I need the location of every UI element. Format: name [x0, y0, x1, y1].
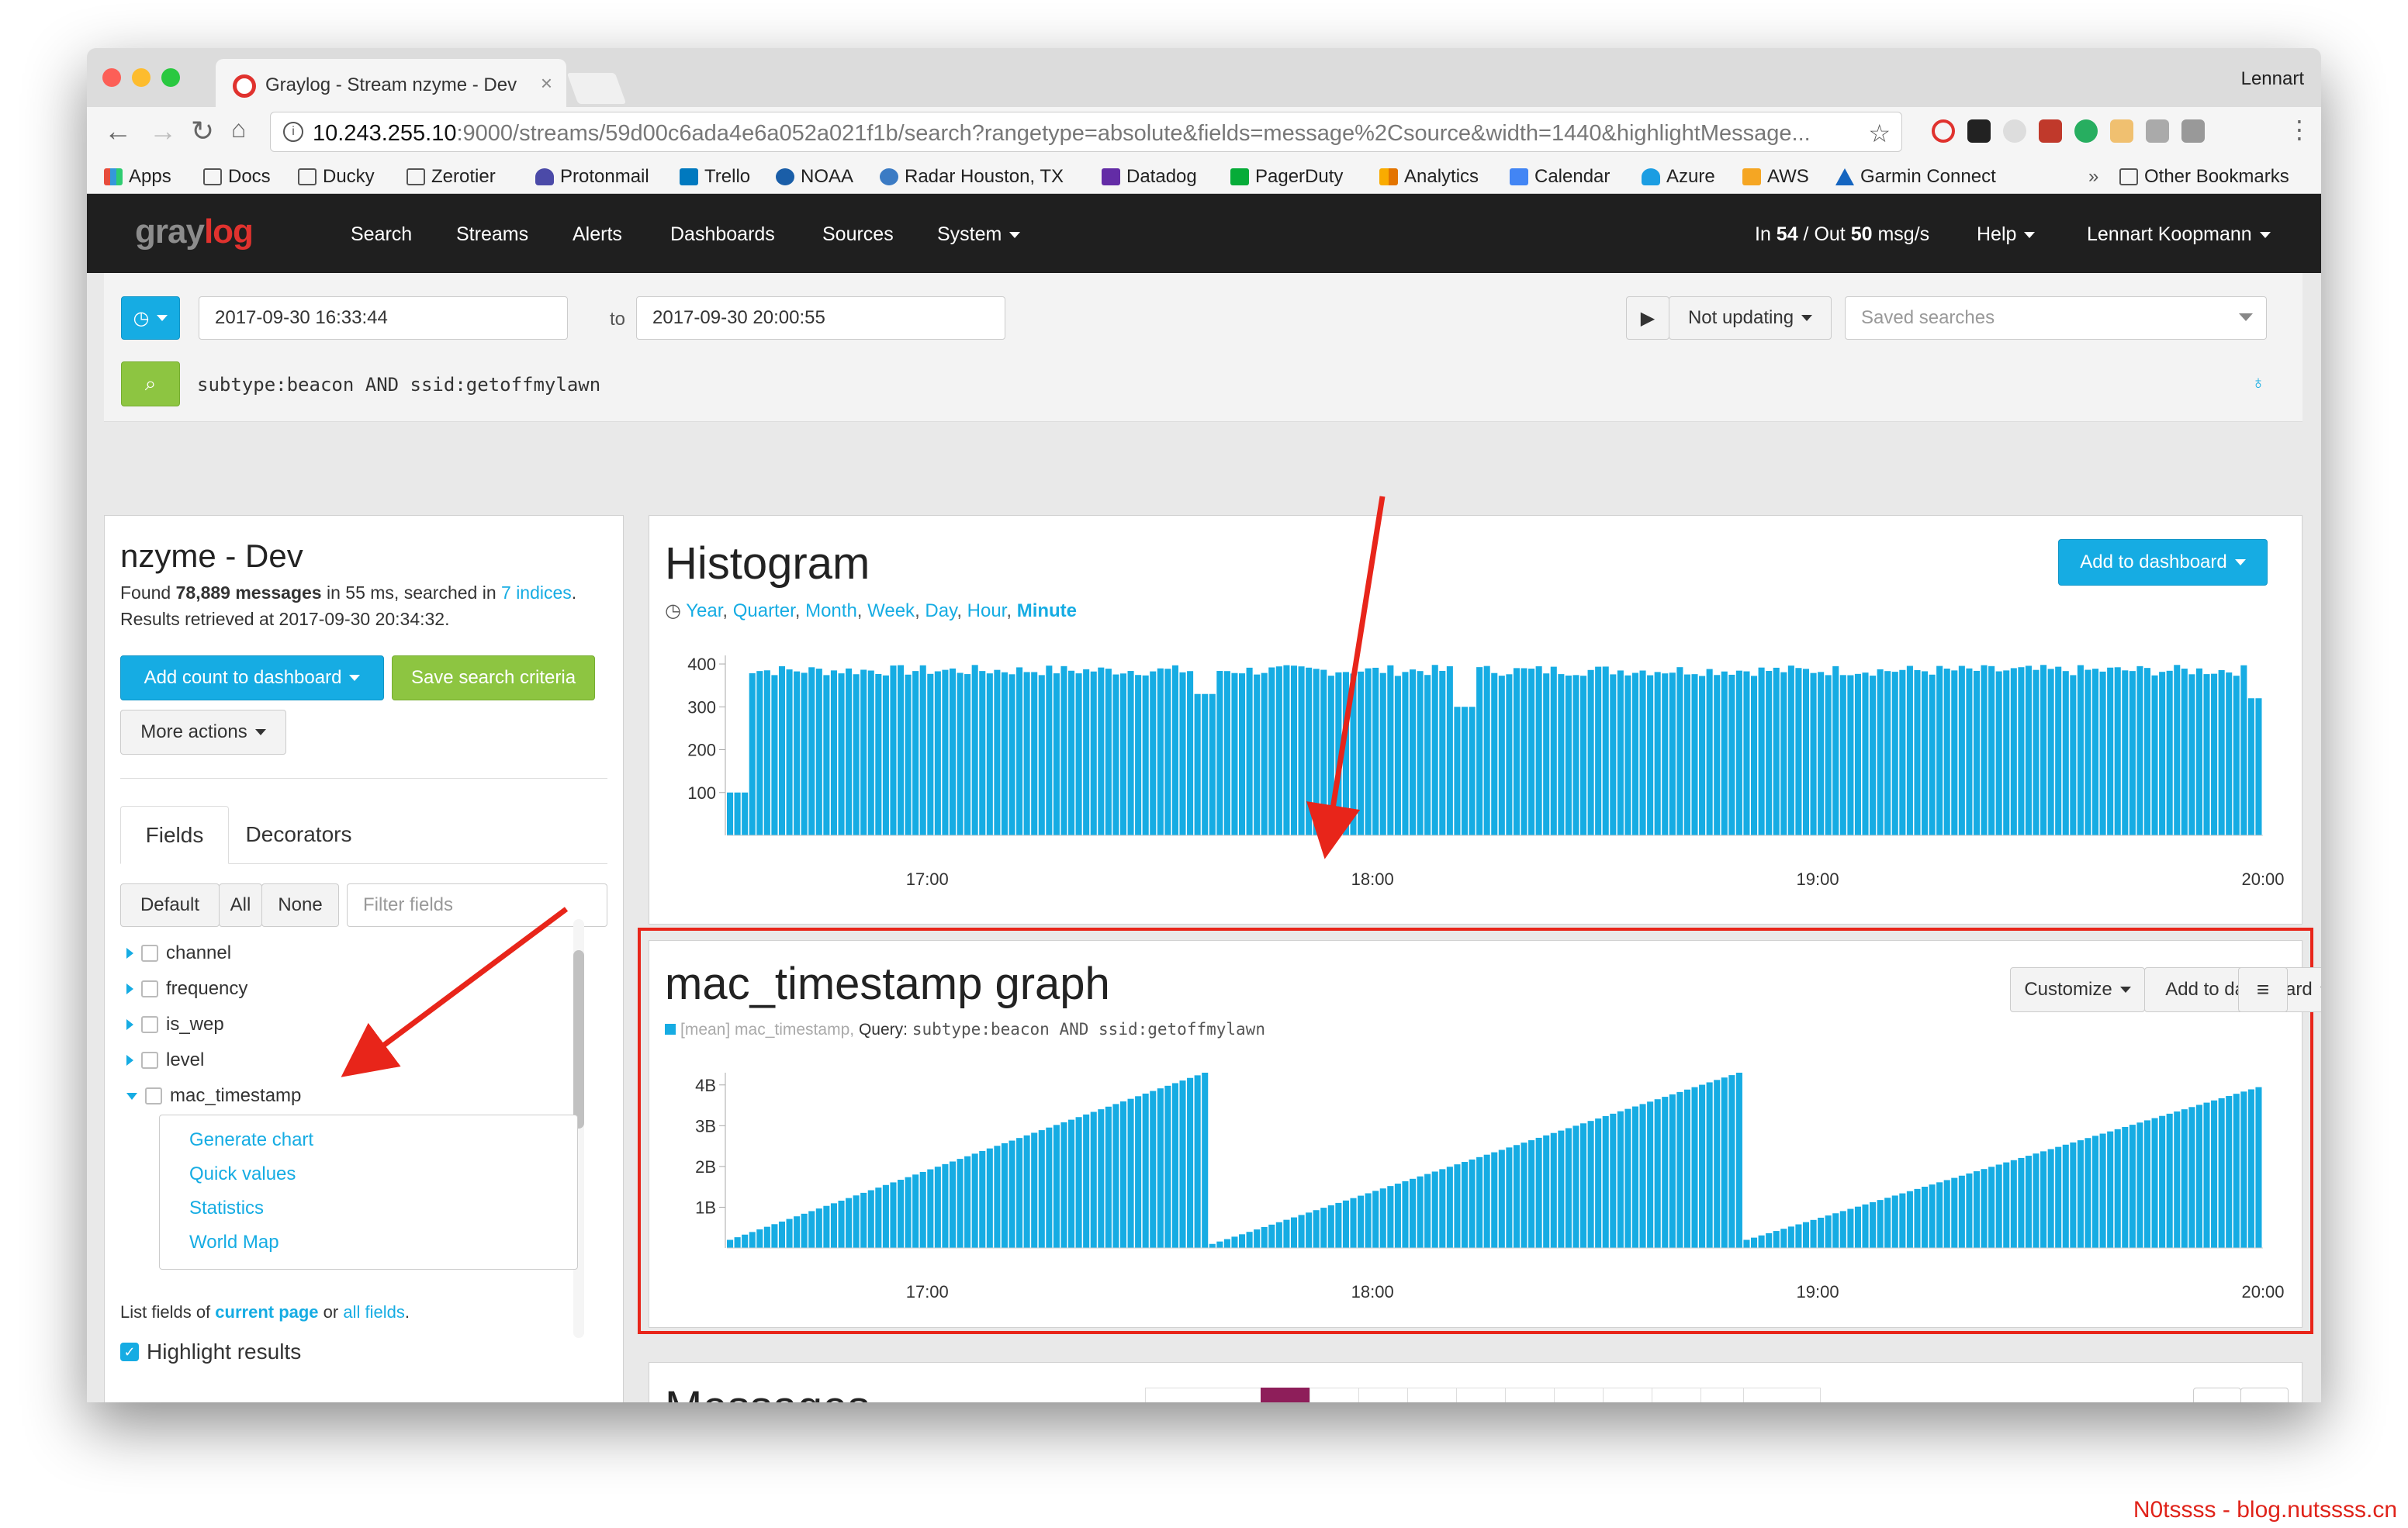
annotation-arrow — [1306, 496, 1386, 859]
watermark: N0tssss - blog.nutssss.cn — [2133, 1497, 2397, 1523]
annotation-layer — [341, 496, 1386, 1077]
annotation-arrow — [341, 907, 569, 1077]
